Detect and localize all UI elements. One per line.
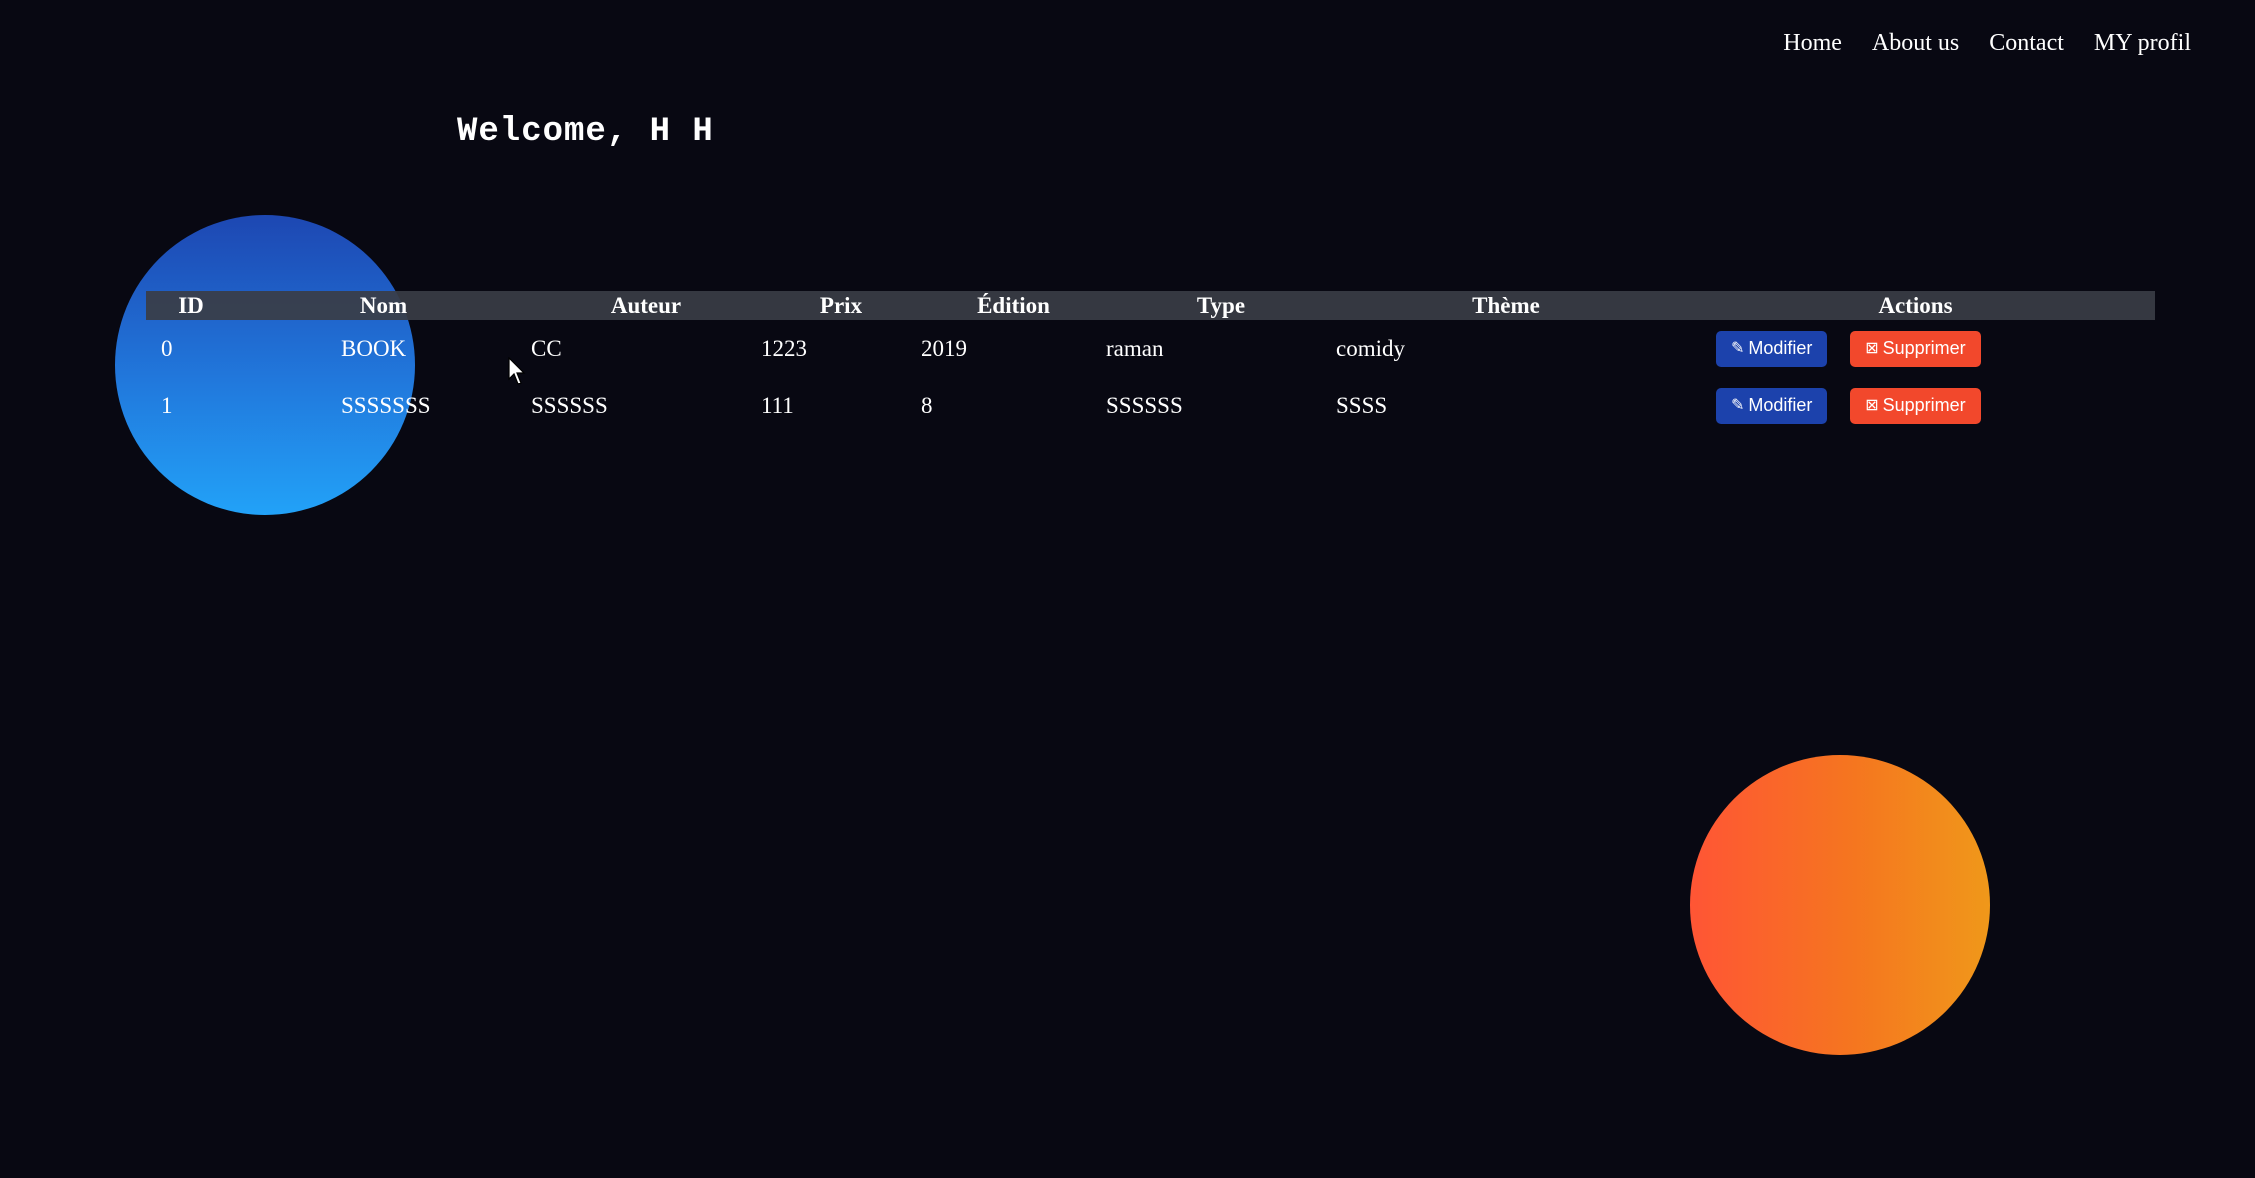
orange-decorative-circle bbox=[1690, 755, 1990, 1055]
table-row: 1 SSSSSSS SSSSSS 111 8 SSSSSS SSSS ✎ Mod… bbox=[146, 377, 2155, 434]
books-table: ID Nom Auteur Prix Édition Type Thème Ac… bbox=[146, 291, 2155, 434]
supprimer-label: Supprimer bbox=[1882, 338, 1966, 358]
cell-edition: 8 bbox=[921, 392, 933, 418]
mouse-pointer-icon bbox=[508, 357, 526, 385]
cell-type: SSSSSS bbox=[1106, 392, 1183, 418]
cell-id: 1 bbox=[161, 392, 173, 418]
cell-id: 0 bbox=[161, 335, 173, 361]
top-nav: Home About us Contact MY profil bbox=[1783, 30, 2191, 57]
cell-nom: SSSSSSS bbox=[341, 392, 431, 418]
books-table-container: ID Nom Auteur Prix Édition Type Thème Ac… bbox=[146, 291, 2155, 434]
cell-auteur: SSSSSS bbox=[531, 392, 608, 418]
modifier-label: Modifier bbox=[1748, 395, 1813, 415]
header-nom: Nom bbox=[359, 292, 408, 318]
nav-contact[interactable]: Contact bbox=[1989, 30, 2064, 57]
cell-type: raman bbox=[1106, 335, 1164, 361]
cell-prix: 111 bbox=[761, 392, 794, 418]
header-id: ID bbox=[178, 292, 204, 318]
nav-my-profil[interactable]: MY profil bbox=[2094, 30, 2191, 57]
table-header-row: ID Nom Auteur Prix Édition Type Thème Ac… bbox=[146, 291, 2155, 320]
pencil-icon: ✎ bbox=[1731, 339, 1745, 357]
nav-about-us[interactable]: About us bbox=[1872, 30, 1959, 57]
header-prix: Prix bbox=[819, 292, 863, 318]
cell-theme: SSSS bbox=[1336, 392, 1388, 418]
cell-theme: comidy bbox=[1336, 335, 1405, 361]
pencil-icon: ✎ bbox=[1731, 396, 1745, 414]
cell-auteur: CC bbox=[531, 335, 562, 361]
header-edition: Édition bbox=[977, 292, 1050, 318]
supprimer-button[interactable]: ⊠ Supprimer bbox=[1850, 387, 1981, 424]
supprimer-button[interactable]: ⊠ Supprimer bbox=[1850, 330, 1981, 367]
cell-prix: 1223 bbox=[761, 335, 807, 361]
supprimer-label: Supprimer bbox=[1882, 395, 1966, 415]
cell-actions: ✎ Modifier ⊠ Supprimer bbox=[1676, 377, 2155, 434]
nav-home[interactable]: Home bbox=[1783, 30, 1842, 57]
page: Home About us Contact MY profil Welcome,… bbox=[0, 0, 2255, 1178]
modifier-button[interactable]: ✎ Modifier bbox=[1716, 387, 1828, 424]
x-square-icon: ⊠ bbox=[1865, 396, 1879, 414]
cell-nom: BOOK bbox=[341, 335, 407, 361]
cell-edition: 2019 bbox=[921, 335, 967, 361]
modifier-button[interactable]: ✎ Modifier bbox=[1716, 330, 1828, 367]
header-theme: Thème bbox=[1472, 292, 1540, 318]
cell-actions: ✎ Modifier ⊠ Supprimer bbox=[1676, 320, 2155, 377]
x-square-icon: ⊠ bbox=[1865, 339, 1879, 357]
header-type: Type bbox=[1196, 292, 1246, 318]
header-actions: Actions bbox=[1878, 292, 1953, 318]
table-row: 0 BOOK CC 1223 2019 raman comidy ✎ Modif… bbox=[146, 320, 2155, 377]
welcome-heading: Welcome, H H bbox=[457, 113, 714, 151]
header-auteur: Auteur bbox=[610, 292, 682, 318]
modifier-label: Modifier bbox=[1748, 338, 1813, 358]
